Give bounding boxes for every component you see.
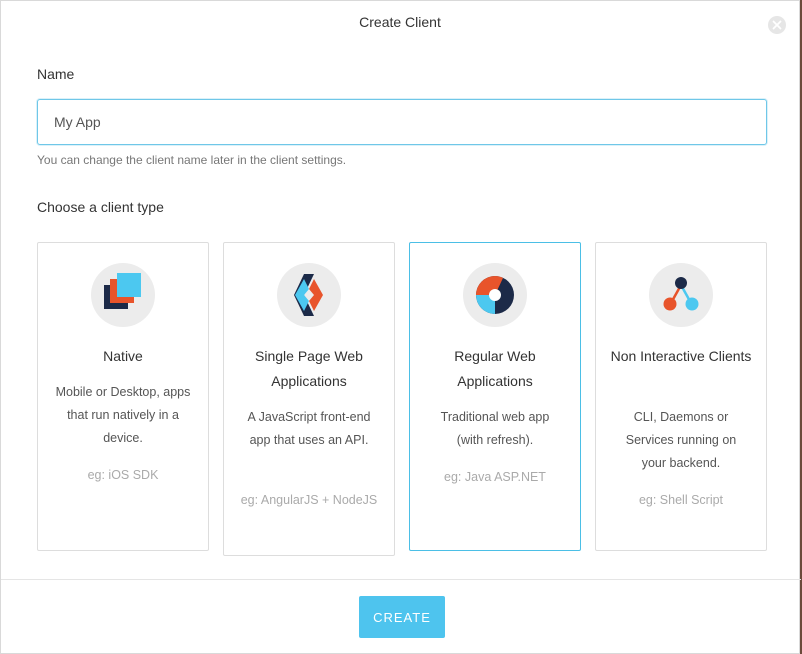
card-example: eg: Java ASP.NET <box>444 470 546 484</box>
card-example: eg: Shell Script <box>638 493 724 507</box>
card-title: Non Interactive Clients <box>610 348 752 364</box>
card-title: Native <box>103 348 143 364</box>
card-title: Single Page Web Applications <box>255 348 363 389</box>
web-app-icon <box>463 263 527 327</box>
client-type-spa-card[interactable]: Single Page Web Applications A JavaScrip… <box>223 242 395 556</box>
client-type-native-card[interactable]: Native Mobile or Desktop, apps that run … <box>37 242 209 551</box>
card-description: Traditional web app (with refresh). <box>440 410 550 447</box>
card-title: Regular Web Applications <box>454 348 536 389</box>
client-type-options: Native Mobile or Desktop, apps that run … <box>37 242 767 557</box>
name-help-text: You can change the client name later in … <box>37 153 347 167</box>
name-label: Name <box>37 66 75 82</box>
native-app-icon <box>91 263 155 327</box>
create-button[interactable]: CREATE <box>359 596 445 638</box>
client-type-label: Choose a client type <box>37 199 164 215</box>
client-type-non-interactive-card[interactable]: Non Interactive Clients CLI, Daemons or … <box>595 242 767 551</box>
close-button[interactable] <box>768 16 786 34</box>
card-example: eg: AngularJS + NodeJS <box>240 493 378 507</box>
card-example: eg: iOS SDK <box>87 468 159 482</box>
card-description: CLI, Daemons or Services running on your… <box>625 410 737 470</box>
client-type-regular-web-card[interactable]: Regular Web Applications Traditional web… <box>409 242 581 551</box>
close-icon <box>772 20 782 30</box>
footer-divider <box>1 579 801 580</box>
create-client-modal: Create Client Name You can change the cl… <box>0 0 801 654</box>
non-interactive-icon <box>649 263 713 327</box>
card-description: Mobile or Desktop, apps that run nativel… <box>55 385 191 445</box>
name-input[interactable] <box>37 99 767 145</box>
spa-icon <box>277 263 341 327</box>
card-description: A JavaScript front-end app that uses an … <box>247 410 371 447</box>
modal-header: Create Client <box>1 1 799 43</box>
modal-title: Create Client <box>359 14 441 30</box>
